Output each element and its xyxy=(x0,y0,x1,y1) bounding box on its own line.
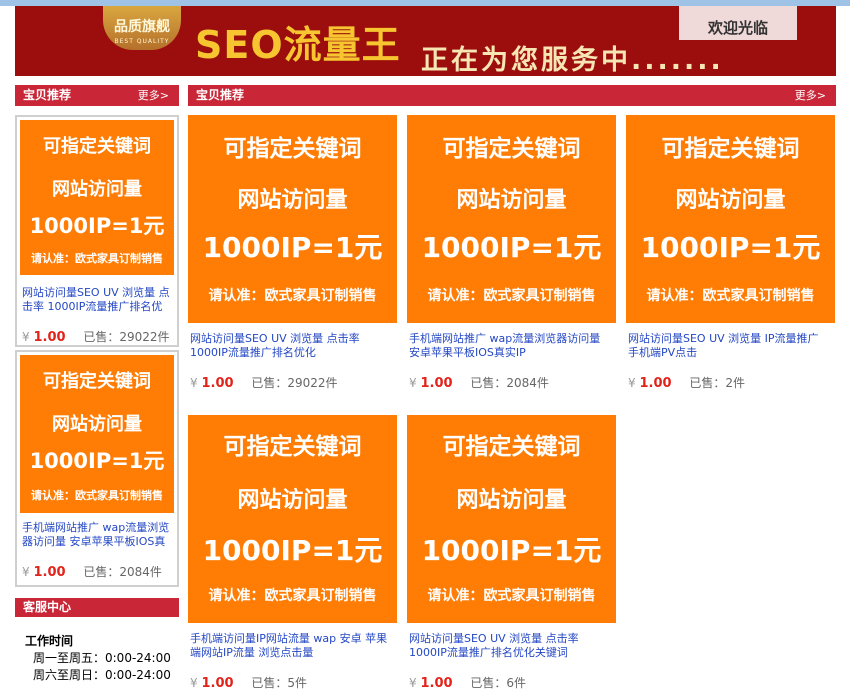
price-row: ¥ 1.00 已售：29022件 xyxy=(190,374,338,391)
promo-line: 网站访问量 xyxy=(675,188,786,213)
product-price: 1.00 xyxy=(420,676,453,691)
sidebar-header: 宝贝推荐 更多> xyxy=(15,85,179,106)
promo-line: 请认准：欧式家具订制销售 xyxy=(208,288,377,304)
promo-line: 可指定关键词 xyxy=(43,371,151,392)
sold-count: 已售：29022件 xyxy=(251,376,338,390)
promo-line: 网站访问量 xyxy=(456,488,567,513)
customer-service-panel: 客服中心 工作时间 周一至周五：0:00-24:00 周六至周日：0:00-24… xyxy=(15,598,179,687)
currency-symbol: ¥ xyxy=(22,330,30,344)
promo-line: 请认准：欧式家具订制销售 xyxy=(646,288,815,304)
promo-line: 网站访问量 xyxy=(237,188,348,213)
sidebar-product-card[interactable]: 可指定关键词 网站访问量 1000IP=1元 请认准：欧式家具订制销售 手机端网… xyxy=(15,350,179,587)
product-title-link[interactable]: 手机端网站推广 wap流量浏览器访问量 安卓苹果平板IOS真实IP xyxy=(409,332,609,360)
product-price: 1.00 xyxy=(639,376,672,391)
main-more-link[interactable]: 更多> xyxy=(795,85,826,106)
product-card[interactable]: 可指定关键词 网站访问量 1000IP=1元 请认准：欧式家具订制销售 手机端网… xyxy=(407,115,616,395)
promo-line: 1000IP=1元 xyxy=(202,534,383,567)
currency-symbol: ¥ xyxy=(22,565,30,579)
sold-count: 已售：2084件 xyxy=(470,376,549,390)
promo-line: 请认准：欧式家具订制销售 xyxy=(31,252,163,265)
price-row: ¥ 1.00 已售：5件 xyxy=(190,674,307,691)
shop-banner[interactable]: 品质旗舰 BEST QUALITY SEO流量王 正在为您服务中....... … xyxy=(15,6,836,76)
weekend-hours: 周六至周日：0:00-24:00 xyxy=(33,668,171,682)
promo-line: 1000IP=1元 xyxy=(640,231,821,264)
product-card[interactable]: 可指定关键词 网站访问量 1000IP=1元 请认准：欧式家具订制销售 手机端访… xyxy=(188,415,397,691)
product-promo-image[interactable]: 可指定关键词 网站访问量 1000IP=1元 请认准：欧式家具订制销售 xyxy=(20,355,174,513)
promo-line: 网站访问量 xyxy=(52,414,142,435)
promo-line: 可指定关键词 xyxy=(661,136,800,162)
weekday-hours: 周一至周五：0:00-24:00 xyxy=(33,651,171,665)
promo-line: 1000IP=1元 xyxy=(421,231,602,264)
currency-symbol: ¥ xyxy=(409,676,417,690)
promo-line: 网站访问量 xyxy=(456,188,567,213)
product-title-link[interactable]: 网站访问量SEO UV 浏览量 点击率 1000IP流量推广排名优化关键词 xyxy=(409,632,609,660)
promo-line: 可指定关键词 xyxy=(43,136,151,157)
product-title-link[interactable]: 手机端网站推广 wap流量浏览器访问量 安卓苹果平板IOS真 xyxy=(22,521,174,549)
promo-line: 1000IP=1元 xyxy=(202,231,383,264)
currency-symbol: ¥ xyxy=(409,376,417,390)
product-price: 1.00 xyxy=(201,676,234,691)
work-hours-title: 工作时间 xyxy=(25,634,74,648)
promo-line: 网站访问量 xyxy=(52,179,142,200)
product-title-link[interactable]: 网站访问量SEO UV 浏览量 IP流量推广 手机端PV点击 xyxy=(628,332,828,360)
currency-symbol: ¥ xyxy=(628,376,636,390)
price-row: ¥ 1.00 已售：2084件 xyxy=(22,563,162,580)
banner-title: SEO流量王 xyxy=(195,23,401,67)
sidebar-more-link[interactable]: 更多> xyxy=(138,85,169,106)
banner-subtitle: 正在为您服务中....... xyxy=(421,45,724,76)
promo-line: 1000IP=1元 xyxy=(29,449,165,473)
product-promo-image[interactable]: 可指定关键词 网站访问量 1000IP=1元 请认准：欧式家具订制销售 xyxy=(188,415,397,623)
product-price: 1.00 xyxy=(420,376,453,391)
sold-count: 已售：29022件 xyxy=(83,330,170,344)
price-row: ¥ 1.00 已售：2件 xyxy=(628,374,745,391)
product-promo-image[interactable]: 可指定关键词 网站访问量 1000IP=1元 请认准：欧式家具订制销售 xyxy=(626,115,835,323)
promo-line: 可指定关键词 xyxy=(442,434,581,460)
promo-line: 请认准：欧式家具订制销售 xyxy=(208,588,377,604)
sold-count: 已售：2件 xyxy=(689,376,746,390)
promo-line: 1000IP=1元 xyxy=(29,214,165,238)
product-title-link[interactable]: 网站访问量SEO UV 浏览量 点击率 1000IP流量推广排名优 xyxy=(22,286,174,314)
product-title-link[interactable]: 网站访问量SEO UV 浏览量 点击率 1000IP流量推广排名优化 xyxy=(190,332,390,360)
product-promo-image[interactable]: 可指定关键词 网站访问量 1000IP=1元 请认准：欧式家具订制销售 xyxy=(188,115,397,323)
sidebar-product-card[interactable]: 可指定关键词 网站访问量 1000IP=1元 请认准：欧式家具订制销售 网站访问… xyxy=(15,115,179,347)
product-price: 1.00 xyxy=(33,330,66,345)
product-price: 1.00 xyxy=(33,565,66,580)
promo-line: 可指定关键词 xyxy=(442,136,581,162)
currency-symbol: ¥ xyxy=(190,676,198,690)
price-row: ¥ 1.00 已售：6件 xyxy=(409,674,526,691)
product-price: 1.00 xyxy=(201,376,234,391)
price-row: ¥ 1.00 已售：2084件 xyxy=(409,374,549,391)
main-header: 宝贝推荐 更多> xyxy=(188,85,836,106)
main-header-title: 宝贝推荐 xyxy=(196,88,245,102)
product-promo-image[interactable]: 可指定关键词 网站访问量 1000IP=1元 请认准：欧式家具订制销售 xyxy=(407,115,616,323)
product-promo-image[interactable]: 可指定关键词 网站访问量 1000IP=1元 请认准：欧式家具订制销售 xyxy=(20,120,174,275)
promo-line: 可指定关键词 xyxy=(223,434,362,460)
promo-line: 请认准：欧式家具订制销售 xyxy=(31,489,163,502)
badge-sub-text: BEST QUALITY xyxy=(114,38,170,45)
promo-line: 1000IP=1元 xyxy=(421,534,602,567)
welcome-sign: 欢迎光临 xyxy=(679,6,797,40)
sold-count: 已售：6件 xyxy=(470,676,527,690)
product-card[interactable]: 可指定关键词 网站访问量 1000IP=1元 请认准：欧式家具订制销售 网站访问… xyxy=(626,115,835,395)
product-card[interactable]: 可指定关键词 网站访问量 1000IP=1元 请认准：欧式家具订制销售 网站访问… xyxy=(188,115,397,395)
badge-main-text: 品质旗舰 xyxy=(114,19,170,35)
price-row: ¥ 1.00 已售：29022件 xyxy=(22,328,170,345)
customer-service-header: 客服中心 xyxy=(15,598,179,617)
quality-badge: 品质旗舰 BEST QUALITY xyxy=(103,6,181,50)
product-card[interactable]: 可指定关键词 网站访问量 1000IP=1元 请认准：欧式家具订制销售 网站访问… xyxy=(407,415,616,691)
sold-count: 已售：2084件 xyxy=(83,565,162,579)
sidebar-header-title: 宝贝推荐 xyxy=(23,88,72,102)
promo-line: 请认准：欧式家具订制销售 xyxy=(427,288,596,304)
promo-line: 可指定关键词 xyxy=(223,136,362,162)
promo-line: 请认准：欧式家具订制销售 xyxy=(427,588,596,604)
sold-count: 已售：5件 xyxy=(251,676,308,690)
product-title-link[interactable]: 手机端访问量IP网站流量 wap 安卓 苹果端网站IP流量 浏览点击量 xyxy=(190,632,390,660)
currency-symbol: ¥ xyxy=(190,376,198,390)
product-promo-image[interactable]: 可指定关键词 网站访问量 1000IP=1元 请认准：欧式家具订制销售 xyxy=(407,415,616,623)
promo-line: 网站访问量 xyxy=(237,488,348,513)
